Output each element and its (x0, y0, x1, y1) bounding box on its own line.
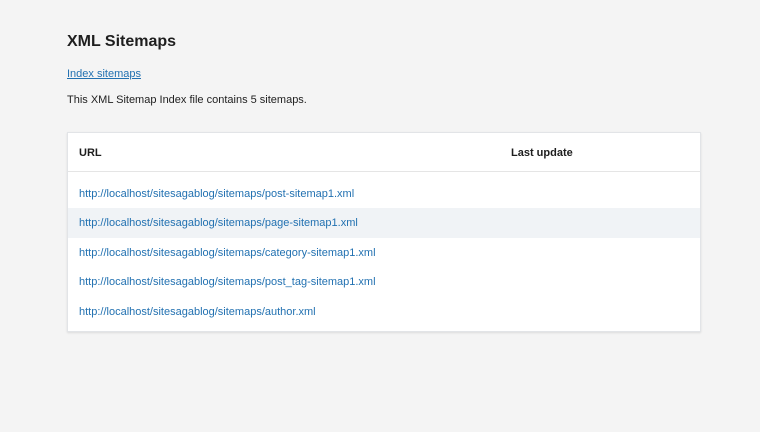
table-row: http://localhost/sitesagablog/sitemaps/p… (68, 179, 700, 209)
sitemap-link[interactable]: http://localhost/sitesagablog/sitemaps/c… (79, 246, 376, 260)
sitemap-link[interactable]: http://localhost/sitesagablog/sitemaps/a… (79, 305, 316, 319)
column-header-url: URL (79, 147, 102, 159)
sitemap-link[interactable]: http://localhost/sitesagablog/sitemaps/p… (79, 275, 376, 289)
sitemap-page: XML Sitemaps Index sitemaps This XML Sit… (0, 0, 760, 432)
sitemap-link[interactable]: http://localhost/sitesagablog/sitemaps/p… (79, 216, 358, 230)
index-sitemaps-link[interactable]: Index sitemaps (67, 67, 141, 81)
column-header-last-update: Last update (511, 147, 573, 159)
table-row: http://localhost/sitesagablog/sitemaps/a… (68, 297, 700, 327)
sitemap-link[interactable]: http://localhost/sitesagablog/sitemaps/p… (79, 187, 354, 201)
table-row: http://localhost/sitesagablog/sitemaps/p… (68, 267, 700, 297)
page-title: XML Sitemaps (67, 33, 177, 50)
sitemaps-table: URL Last update http://localhost/sitesag… (67, 132, 701, 332)
table-header: URL Last update (68, 133, 700, 172)
table-row: http://localhost/sitesagablog/sitemaps/c… (68, 238, 700, 268)
sitemap-count-description: This XML Sitemap Index file contains 5 s… (67, 94, 307, 106)
table-row: http://localhost/sitesagablog/sitemaps/p… (68, 208, 700, 238)
